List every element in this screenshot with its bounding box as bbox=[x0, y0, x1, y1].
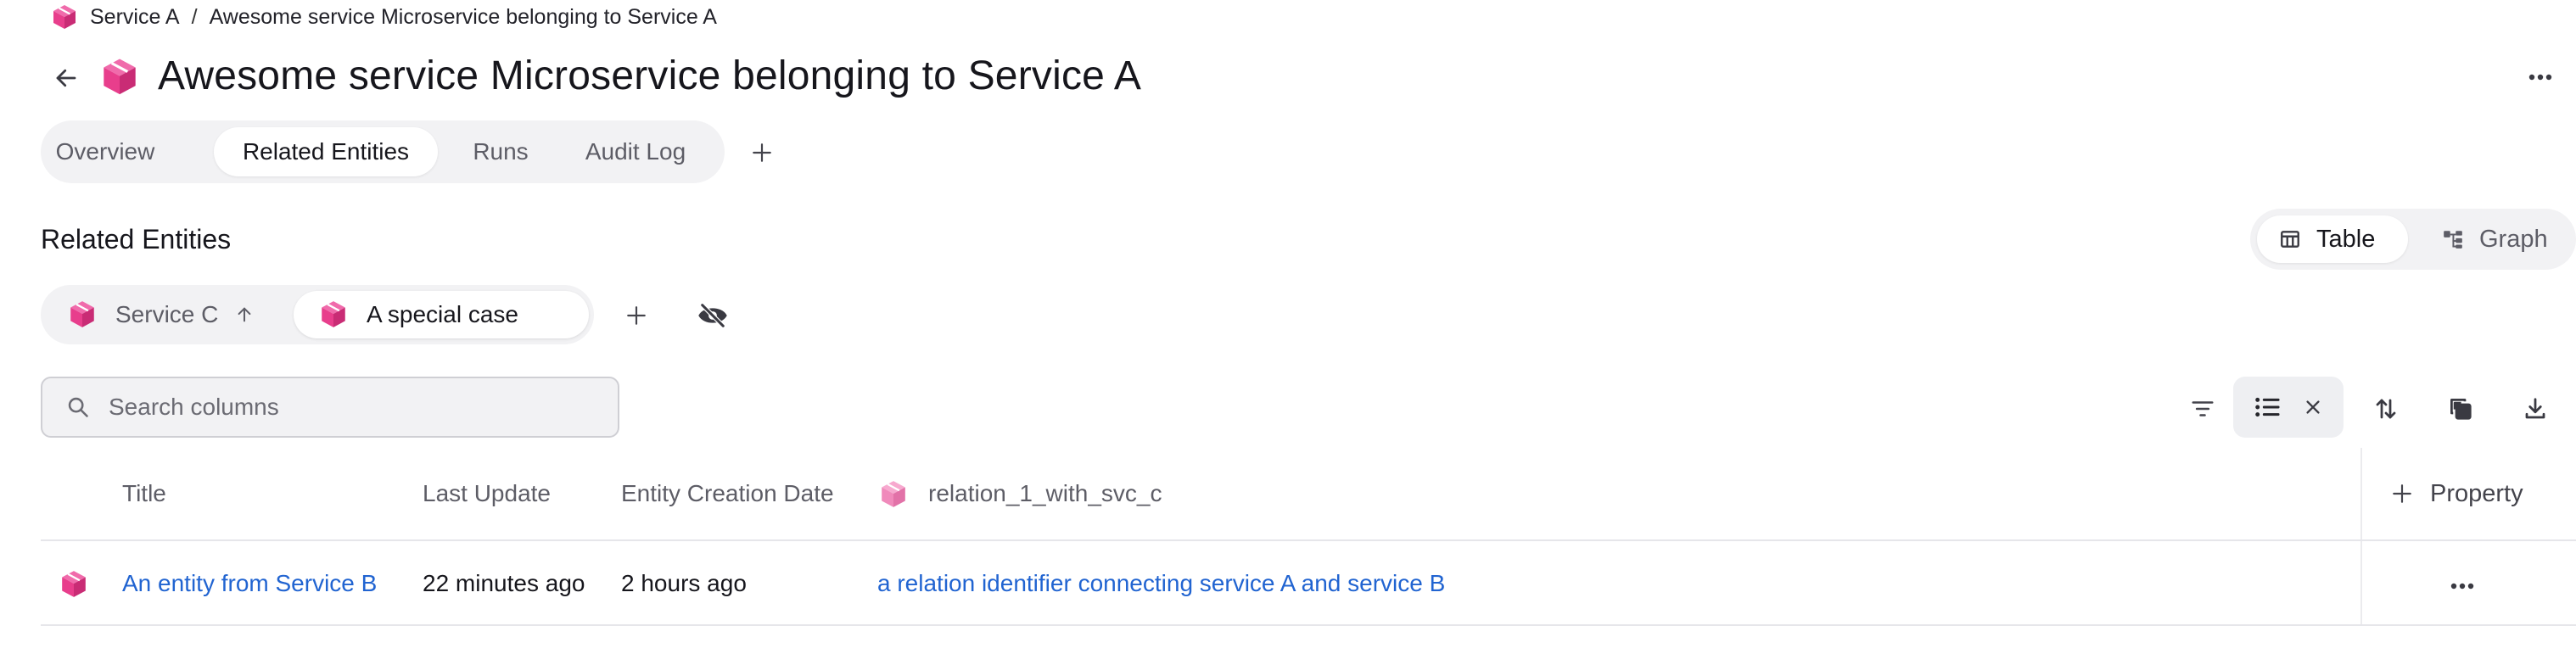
blueprint-cube-icon bbox=[53, 5, 76, 29]
chip-a-special-case[interactable]: A special case bbox=[294, 291, 589, 338]
table-view-label: Table bbox=[2316, 225, 2376, 253]
plus-icon bbox=[753, 143, 771, 162]
more-options-button[interactable] bbox=[2522, 64, 2559, 90]
row-more-options-button[interactable] bbox=[2444, 573, 2481, 599]
graph-view-label: Graph bbox=[2479, 225, 2548, 253]
column-divider bbox=[2360, 448, 2362, 624]
more-horizontal-icon bbox=[2450, 583, 2474, 590]
arrow-left-icon bbox=[56, 69, 76, 87]
row-relation-link[interactable]: a relation identifier connecting service… bbox=[877, 570, 1445, 597]
special-case-cube-icon bbox=[322, 301, 345, 327]
table-view-button[interactable]: Table bbox=[2257, 215, 2408, 263]
copy-icon bbox=[2450, 399, 2472, 420]
filter-button[interactable] bbox=[2182, 388, 2223, 429]
close-icon[interactable] bbox=[2304, 398, 2322, 416]
page-title: Awesome service Microservice belonging t… bbox=[158, 53, 1142, 98]
section-title: Related Entities bbox=[41, 224, 232, 254]
column-header-entity-creation-date[interactable]: Entity Creation Date bbox=[621, 480, 834, 507]
add-related-blueprint-button[interactable] bbox=[619, 299, 653, 332]
sort-arrows-icon bbox=[2376, 399, 2396, 419]
row-title-link[interactable]: An entity from Service B bbox=[122, 570, 377, 597]
breadcrumb-item-current: Awesome service Microservice belonging t… bbox=[209, 4, 717, 29]
header-divider bbox=[41, 539, 2576, 541]
add-property-label: Property bbox=[2430, 479, 2523, 507]
more-horizontal-icon bbox=[2528, 74, 2552, 81]
breadcrumb: Service A / Awesome service Microservice… bbox=[51, 0, 717, 34]
sort-button[interactable] bbox=[2366, 388, 2406, 429]
tab-related-entities[interactable]: Related Entities bbox=[214, 127, 438, 176]
breadcrumb-separator: / bbox=[191, 4, 198, 29]
graph-icon bbox=[2444, 231, 2462, 249]
group-by-button[interactable] bbox=[2233, 377, 2344, 438]
copy-button[interactable] bbox=[2440, 388, 2481, 429]
list-icon bbox=[2255, 397, 2280, 417]
relation-cube-icon bbox=[882, 481, 905, 507]
row-last-update: 22 minutes ago bbox=[423, 570, 585, 596]
add-tab-button[interactable] bbox=[745, 136, 779, 170]
service-c-cube-icon bbox=[70, 301, 94, 327]
plus-icon bbox=[2393, 484, 2411, 503]
graph-view-button[interactable]: Graph bbox=[2425, 215, 2569, 263]
tab-bar: Overview Related Entities Runs Audit Log bbox=[41, 120, 725, 183]
download-button[interactable] bbox=[2515, 388, 2556, 429]
eye-off-icon bbox=[698, 303, 727, 328]
download-icon bbox=[2525, 398, 2545, 419]
hide-related-button[interactable] bbox=[694, 297, 731, 334]
tab-audit-log[interactable]: Audit Log bbox=[563, 127, 708, 176]
column-header-last-update[interactable]: Last Update bbox=[423, 480, 551, 507]
column-header-title[interactable]: Title bbox=[122, 480, 166, 507]
row-creation-date: 2 hours ago bbox=[621, 570, 747, 596]
filter-icon bbox=[2192, 401, 2214, 416]
entity-row-cube-icon bbox=[62, 571, 86, 597]
plus-icon bbox=[627, 306, 646, 325]
search-icon bbox=[68, 397, 88, 417]
breadcrumb-item-service-a[interactable]: Service A bbox=[90, 5, 180, 30]
search-columns-box bbox=[41, 377, 619, 438]
chip-a-special-case-label: A special case bbox=[367, 301, 518, 327]
arrow-up-icon bbox=[238, 307, 251, 322]
table-icon bbox=[2281, 231, 2299, 248]
row-divider bbox=[41, 624, 2576, 626]
column-header-relation[interactable]: relation_1_with_svc_c bbox=[928, 480, 1162, 507]
chip-service-c-label: Service C bbox=[115, 301, 219, 327]
related-blueprint-chips: Service C A special case bbox=[41, 285, 594, 344]
entity-cube-icon bbox=[104, 59, 136, 95]
chip-service-c[interactable]: Service C bbox=[68, 291, 288, 338]
tab-overview[interactable]: Overview bbox=[51, 127, 160, 176]
view-toggle: Table Graph bbox=[2250, 209, 2576, 270]
search-columns-input[interactable] bbox=[109, 394, 567, 421]
add-property-button[interactable]: Property bbox=[2391, 477, 2523, 511]
tab-runs[interactable]: Runs bbox=[455, 127, 546, 176]
back-button[interactable] bbox=[49, 61, 83, 95]
